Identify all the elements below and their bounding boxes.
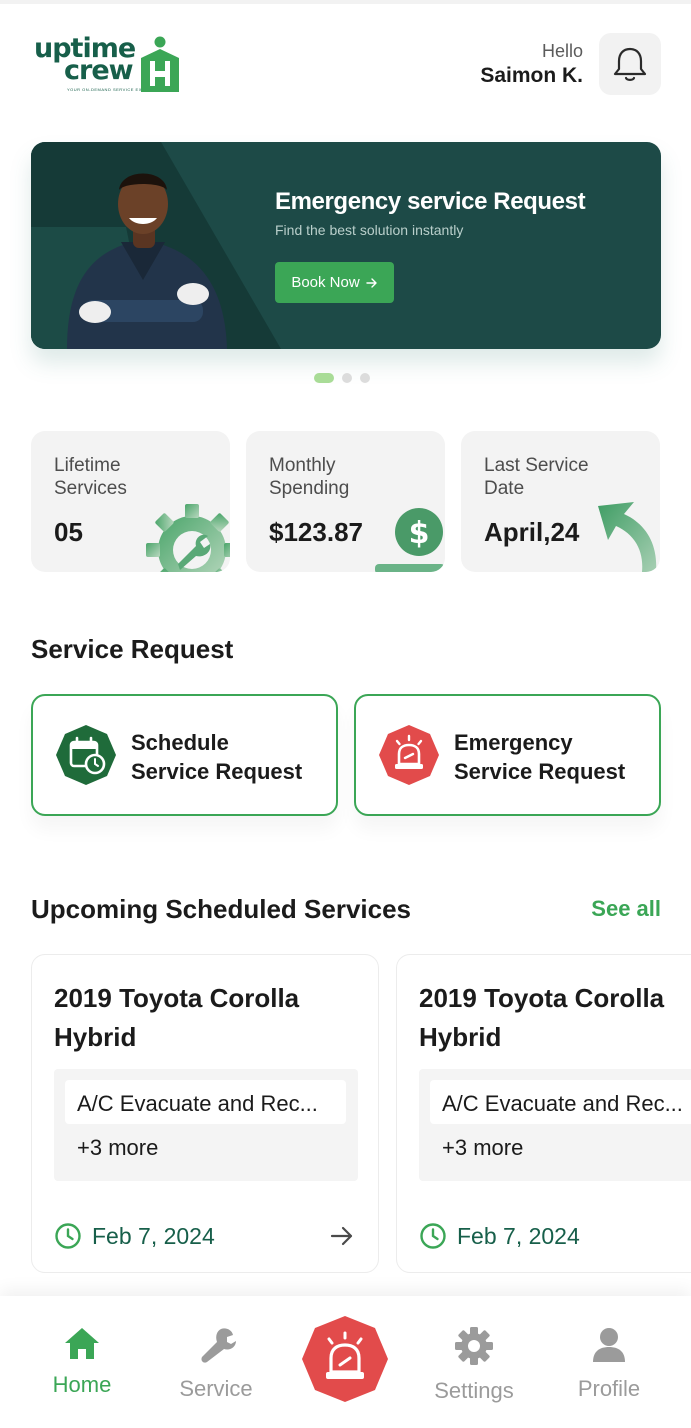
stat-label: Last Service Date — [484, 455, 589, 499]
vehicle-name: 2019 Toyota Corolla Hybrid — [54, 983, 300, 1052]
carousel-dot-1[interactable] — [314, 373, 334, 383]
stat-label: Monthly Spending — [269, 455, 350, 499]
arrow-right-icon[interactable] — [330, 1224, 354, 1248]
arrow-right-icon — [365, 277, 377, 288]
svg-text:$: $ — [409, 516, 430, 551]
service-item: A/C Evacuate and Rec... — [65, 1080, 346, 1124]
stat-value: $123.87 — [269, 517, 363, 547]
upcoming-services-title: Upcoming Scheduled Services — [31, 894, 412, 924]
book-now-label: Book Now — [291, 274, 360, 291]
service-date: Feb 7, 2024 — [457, 1223, 580, 1249]
service-date: Feb 7, 2024 — [92, 1223, 215, 1249]
bottom-nav: Home Service Settings Profile — [0, 1296, 691, 1428]
gear-wrench-icon — [146, 504, 230, 572]
header: uptime crew YOUR ON-DEMAND SERVICE EXPER… — [32, 32, 661, 96]
stat-value: 05 — [54, 517, 83, 547]
greeting: Hello Saimon K. — [480, 40, 583, 90]
siren-icon — [379, 725, 439, 785]
stat-card-last-service-date: Last Service Date April,24 — [461, 431, 660, 572]
notifications-button[interactable] — [599, 33, 661, 95]
status-strip — [0, 0, 691, 4]
upcoming-service-card[interactable]: 2019 Toyota Corolla Hybrid A/C Evacuate … — [396, 954, 691, 1273]
logo-wordmark: uptime crew — [34, 33, 136, 86]
logo-mark-icon — [141, 36, 179, 92]
more-services-count: +3 more — [77, 1135, 159, 1160]
schedule-request-label: Schedule Service Request — [131, 730, 303, 784]
nav-home[interactable]: Home — [27, 1326, 137, 1398]
nav-service[interactable]: Service — [161, 1326, 271, 1402]
more-services-count: +3 more — [442, 1135, 524, 1160]
clock-icon — [55, 1223, 81, 1249]
gear-icon — [455, 1327, 493, 1365]
banner-subtitle: Find the best solution instantly — [275, 222, 464, 238]
emergency-service-request-button[interactable]: Emergency Service Request — [354, 694, 661, 816]
mechanic-photo — [67, 173, 227, 349]
return-arrow-icon — [598, 502, 657, 572]
upcoming-service-card[interactable]: 2019 Toyota Corolla Hybrid A/C Evacuate … — [31, 954, 379, 1273]
carousel-dot-2[interactable] — [342, 373, 352, 383]
person-icon — [593, 1328, 625, 1362]
nav-settings[interactable]: Settings — [419, 1326, 529, 1404]
wrench-icon — [201, 1328, 236, 1363]
stat-value: April,24 — [484, 517, 580, 547]
service-item: A/C Evacuate and Rec... — [430, 1080, 691, 1124]
stat-label: Lifetime Services — [54, 455, 127, 499]
clock-icon — [420, 1223, 446, 1249]
book-now-button[interactable]: Book Now — [275, 262, 394, 303]
dollar-coin-icon: $ — [375, 508, 445, 572]
service-request-title: Service Request — [31, 634, 234, 664]
service-list: A/C Evacuate and Rec... +3 more — [419, 1069, 691, 1181]
see-all-link[interactable]: See all — [591, 896, 661, 922]
user-name: Saimon K. — [480, 64, 583, 87]
emergency-siren-button[interactable] — [300, 1314, 390, 1404]
home-icon — [65, 1328, 99, 1359]
nav-service-label: Service — [179, 1376, 253, 1401]
stat-card-lifetime-services: Lifetime Services 05 — [31, 431, 230, 572]
banner-title: Emergency service Request — [275, 188, 586, 215]
nav-settings-label: Settings — [434, 1378, 514, 1403]
stat-card-monthly-spending: Monthly Spending $123.87 $ — [246, 431, 445, 572]
carousel-dot-3[interactable] — [360, 373, 370, 383]
app-logo[interactable]: uptime crew YOUR ON-DEMAND SERVICE EXPER… — [32, 32, 192, 96]
schedule-service-request-button[interactable]: Schedule Service Request — [31, 694, 338, 816]
emergency-request-label: Emergency Service Request — [454, 730, 626, 784]
bell-icon — [613, 47, 647, 81]
vehicle-name: 2019 Toyota Corolla Hybrid — [419, 983, 665, 1052]
service-list: A/C Evacuate and Rec... +3 more — [54, 1069, 358, 1181]
carousel-dots — [314, 373, 370, 383]
nav-profile[interactable]: Profile — [554, 1326, 664, 1402]
calendar-clock-icon — [56, 725, 116, 785]
greeting-hello: Hello — [541, 41, 583, 61]
promo-banner[interactable]: Emergency service Request Find the best … — [31, 142, 661, 349]
nav-home-label: Home — [52, 1372, 112, 1397]
nav-profile-label: Profile — [577, 1376, 641, 1401]
